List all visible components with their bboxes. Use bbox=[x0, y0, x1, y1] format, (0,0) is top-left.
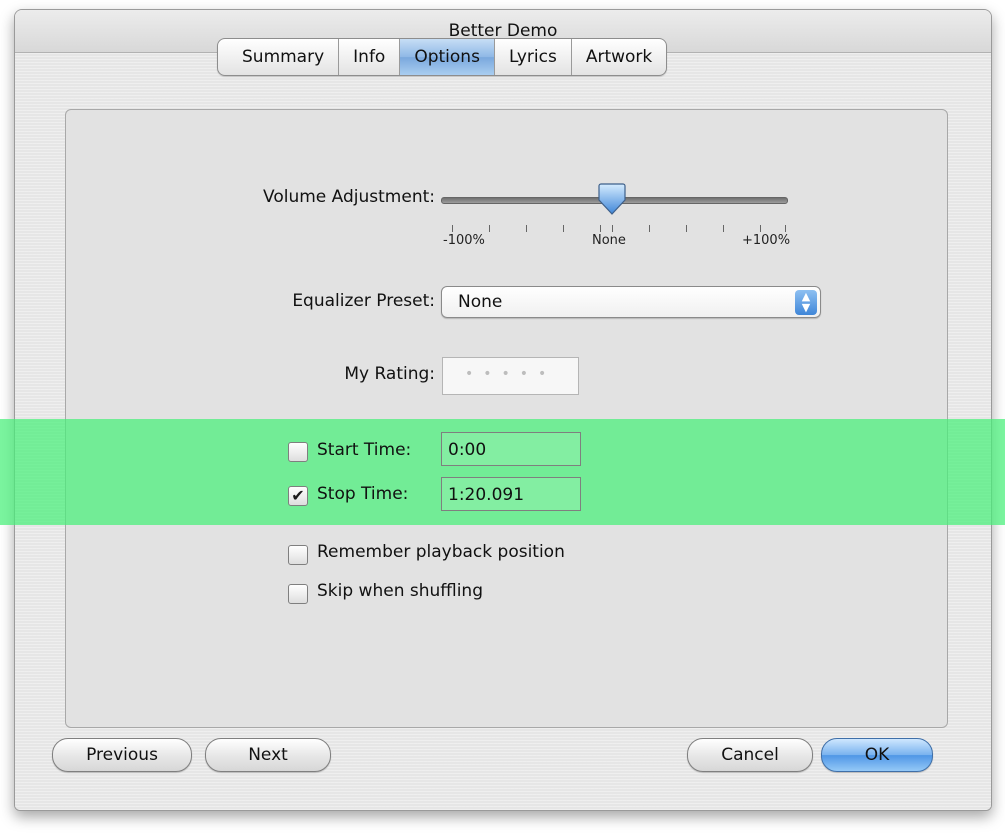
rating-dots-icon: ••••• bbox=[465, 366, 557, 382]
tab-bar: Summary Info Options Lyrics Artwork bbox=[217, 38, 668, 76]
remember-playback-checkbox[interactable] bbox=[288, 545, 308, 565]
volume-mid-label: None bbox=[592, 233, 626, 248]
slider-tick bbox=[600, 225, 601, 232]
start-time-label: Start Time: bbox=[317, 440, 412, 460]
slider-tick bbox=[489, 225, 490, 232]
start-time-checkbox[interactable] bbox=[288, 442, 308, 462]
stop-time-field[interactable]: 1:20.091 bbox=[441, 477, 581, 511]
rating-stars[interactable]: ••••• bbox=[442, 357, 579, 395]
skip-shuffling-checkbox[interactable] bbox=[288, 584, 308, 604]
equalizer-preset-label: Equalizer Preset: bbox=[292, 291, 435, 311]
skip-shuffling-label: Skip when shuffling bbox=[317, 581, 483, 601]
slider-tick bbox=[686, 225, 687, 232]
tab-info[interactable]: Info bbox=[338, 39, 399, 75]
stop-time-checkbox[interactable]: ✔ bbox=[288, 486, 308, 506]
volume-max-label: +100% bbox=[742, 233, 791, 248]
equalizer-preset-value: None bbox=[458, 292, 503, 312]
ok-button[interactable]: OK bbox=[821, 738, 933, 772]
volume-adjustment-label: Volume Adjustment: bbox=[263, 187, 435, 207]
remember-playback-label: Remember playback position bbox=[317, 542, 565, 562]
dialog-window: Better Demo bbox=[14, 9, 992, 811]
up-down-arrows-icon: ▲ ▼ bbox=[795, 290, 817, 315]
tab-summary[interactable]: Summary bbox=[218, 39, 338, 75]
slider-tick bbox=[452, 225, 453, 232]
slider-tick bbox=[785, 225, 786, 232]
equalizer-preset-select[interactable]: None ▲ ▼ bbox=[441, 286, 821, 318]
slider-tick bbox=[723, 225, 724, 232]
checkmark-icon: ✔ bbox=[291, 486, 305, 505]
next-button[interactable]: Next bbox=[205, 738, 331, 772]
tab-artwork[interactable]: Artwork bbox=[570, 39, 666, 75]
slider-tick bbox=[563, 225, 564, 232]
volume-slider-thumb[interactable] bbox=[598, 182, 626, 216]
slider-tick bbox=[649, 225, 650, 232]
tab-options[interactable]: Options bbox=[399, 39, 494, 75]
slider-tick bbox=[612, 225, 613, 232]
previous-button[interactable]: Previous bbox=[52, 738, 192, 772]
start-time-field[interactable]: 0:00 bbox=[441, 432, 581, 466]
stop-time-label: Stop Time: bbox=[317, 484, 409, 504]
tab-lyrics[interactable]: Lyrics bbox=[493, 39, 571, 75]
volume-min-label: -100% bbox=[443, 233, 485, 248]
my-rating-label: My Rating: bbox=[344, 364, 435, 384]
slider-tick bbox=[760, 225, 761, 232]
slider-tick bbox=[526, 225, 527, 232]
cancel-button[interactable]: Cancel bbox=[687, 738, 813, 772]
